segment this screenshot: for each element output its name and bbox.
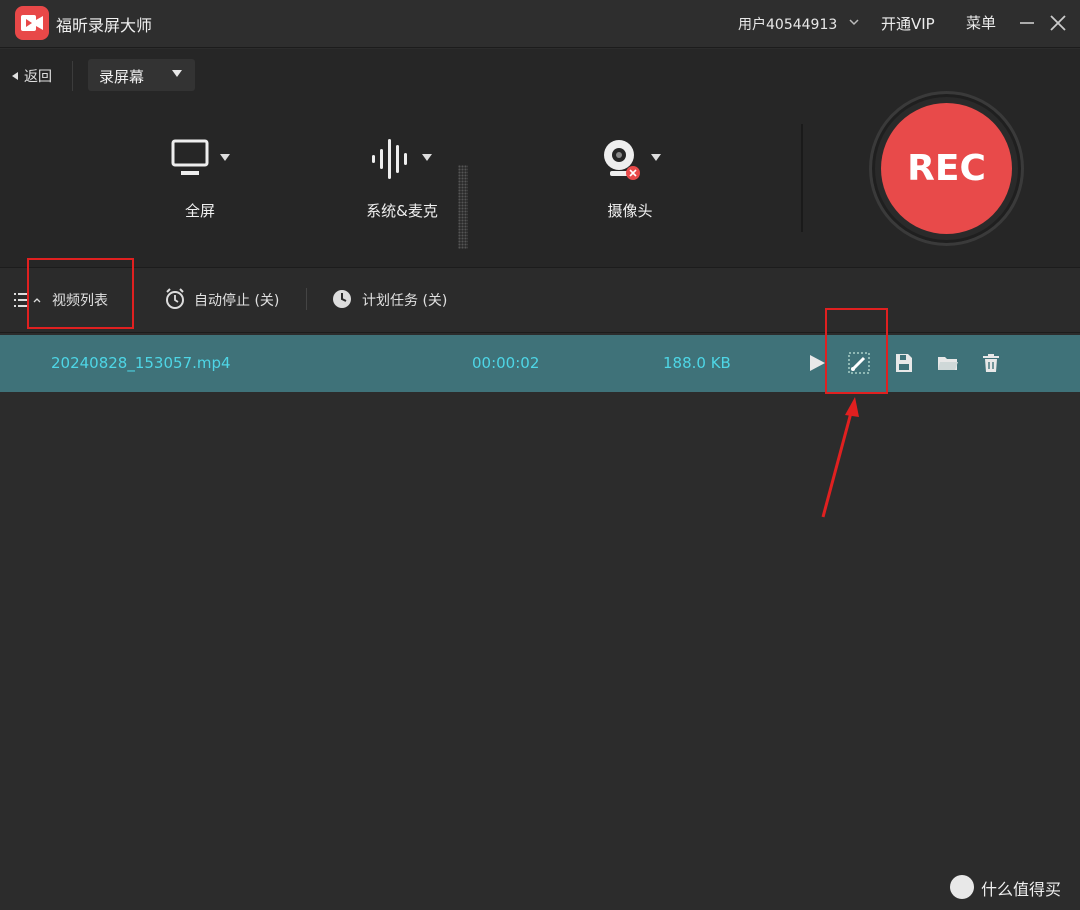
clock-icon xyxy=(333,290,351,308)
close-icon[interactable] xyxy=(1048,13,1068,33)
highlight-box xyxy=(27,258,134,329)
dropdown-caret-icon xyxy=(172,70,182,77)
file-name: 20240828_153057.mp4 xyxy=(51,354,231,372)
back-arrow-icon xyxy=(12,72,18,80)
divider xyxy=(72,61,73,91)
source-fullscreen[interactable]: 全屏 xyxy=(125,137,275,257)
folder-icon[interactable] xyxy=(937,352,959,374)
source-webcam[interactable]: 摄像头 xyxy=(555,137,705,257)
chevron-down-icon[interactable] xyxy=(651,154,661,161)
minimize-icon[interactable] xyxy=(1018,14,1036,32)
chevron-down-icon[interactable] xyxy=(422,154,432,161)
trash-icon[interactable] xyxy=(980,352,1002,374)
app-title: 福昕录屏大师 xyxy=(56,16,153,35)
file-duration: 00:00:02 xyxy=(472,354,540,372)
chevron-down-icon[interactable] xyxy=(848,16,860,28)
watermark-logo-icon xyxy=(950,875,974,899)
menu-button[interactable]: 菜单 xyxy=(966,12,996,33)
save-icon[interactable] xyxy=(893,352,915,374)
table-row[interactable]: 20240828_153057.mp4 00:00:02 188.0 KB xyxy=(0,335,1080,392)
app-logo xyxy=(15,6,49,40)
webcam-icon xyxy=(604,140,640,180)
audio-wave-icon xyxy=(372,139,407,179)
divider xyxy=(306,288,307,310)
chevron-down-icon[interactable] xyxy=(220,154,230,161)
highlight-box xyxy=(825,308,888,394)
back-label: 返回 xyxy=(24,69,52,85)
list-toolbar: 视频列表 自动停止 (关) 计划任务 (关) xyxy=(0,267,1080,333)
record-label: REC xyxy=(907,148,986,189)
annotation-arrow-icon xyxy=(821,397,859,518)
record-mode-dropdown[interactable]: 录屏幕 xyxy=(88,59,195,91)
schedule-task-button[interactable]: 计划任务 (关) xyxy=(362,290,447,310)
divider xyxy=(801,124,803,232)
monitor-icon xyxy=(171,139,209,175)
drag-handle[interactable] xyxy=(458,165,468,249)
source-label: 摄像头 xyxy=(607,202,653,220)
record-mode-label: 录屏幕 xyxy=(99,68,145,86)
vip-button[interactable]: 开通VIP xyxy=(881,13,935,34)
user-account-button[interactable]: 用户40544913 xyxy=(738,14,837,34)
source-audio[interactable]: 系统&麦克 xyxy=(327,137,477,257)
record-button[interactable]: REC xyxy=(881,103,1012,234)
watermark-text: 什么值得买 xyxy=(981,880,1062,899)
source-label: 全屏 xyxy=(184,202,215,220)
source-label: 系统&麦克 xyxy=(366,202,438,220)
alarm-clock-icon xyxy=(166,288,184,309)
back-button[interactable]: 返回 xyxy=(12,66,52,86)
auto-stop-button[interactable]: 自动停止 (关) xyxy=(194,290,279,310)
file-size: 188.0 KB xyxy=(663,354,731,372)
title-bar: 福昕录屏大师 用户40544913 开通VIP 菜单 xyxy=(0,0,1080,48)
